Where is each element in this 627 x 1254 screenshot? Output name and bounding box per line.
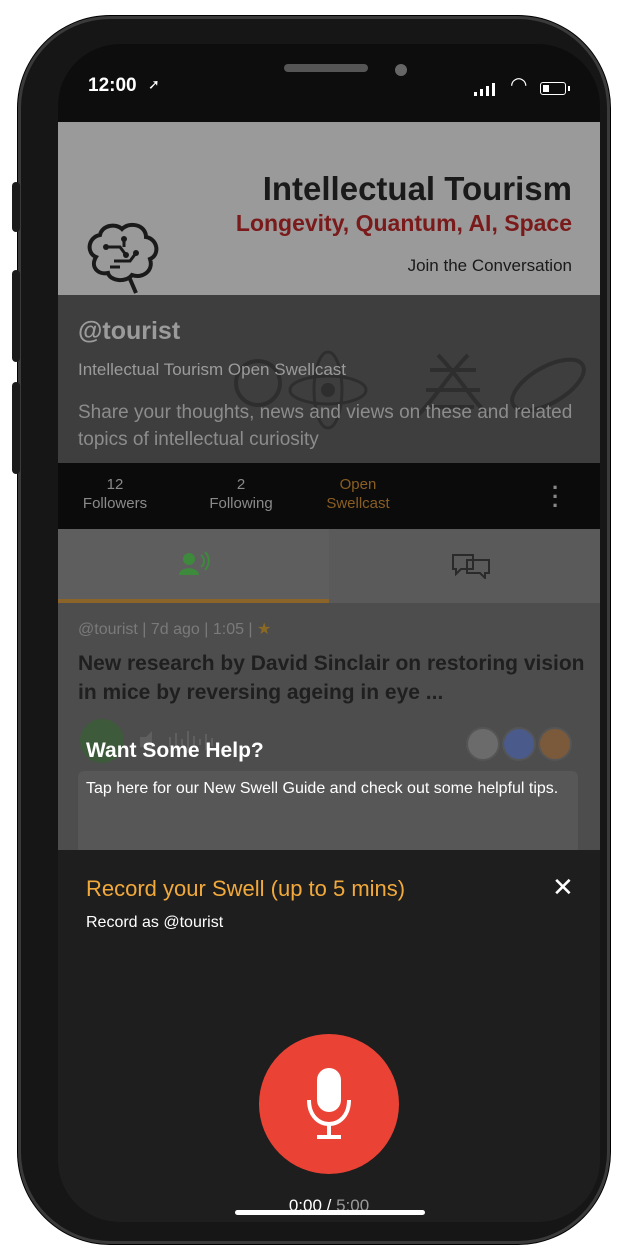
profile-section: @tourist Intellectual Tourism Open Swell… [58, 295, 600, 463]
record-title: Record your Swell (up to 5 mins) [86, 876, 406, 901]
swellcast-type-badge: Open Swellcast [314, 475, 402, 513]
profile-name: Intellectual Tourism Open Swellcast [78, 360, 347, 379]
participant-avatar [466, 727, 500, 761]
close-icon[interactable]: ✕ [552, 872, 574, 903]
followers-stat[interactable]: 12 Followers [80, 475, 150, 513]
following-count: 2 [236, 476, 246, 493]
status-bar: 12:00 ➚ ◠ [58, 44, 600, 122]
profile-handle: @tourist [78, 317, 181, 345]
front-camera [395, 64, 407, 76]
help-title: Want Some Help? [86, 739, 264, 762]
mute-switch [12, 182, 20, 232]
profile-description: Share your thoughts, news and views on t… [78, 402, 573, 450]
microphone-icon [307, 1068, 351, 1139]
earpiece-speaker [284, 64, 368, 72]
followers-label: Followers [82, 495, 148, 512]
banner-cta: Join the Conversation [407, 256, 572, 275]
content-tabs [58, 529, 600, 603]
following-label: Following [209, 495, 273, 512]
swellcast-type-line2: Swellcast [326, 495, 390, 512]
volume-up-button [12, 270, 20, 362]
brain-circuit-icon [87, 222, 159, 294]
chat-bubbles-icon[interactable] [451, 553, 491, 579]
participant-avatar [502, 727, 536, 761]
home-indicator[interactable] [235, 1210, 425, 1215]
location-arrow-icon: ➚ [148, 76, 160, 92]
swell-feed: @tourist | 7d ago | 1:05 | ★ New researc… [58, 603, 600, 851]
star-icon: ★ [257, 621, 272, 638]
following-stat[interactable]: 2 Following [200, 475, 282, 513]
wifi-icon: ◠ [510, 74, 528, 96]
stats-bar: 12 Followers 2 Following Open Swellcast … [58, 463, 600, 529]
record-button[interactable] [259, 1034, 399, 1174]
clock: 12:00 [88, 75, 137, 96]
banner-title: Intellectual Tourism [262, 170, 572, 207]
volume-down-button [12, 382, 20, 474]
speaker-person-icon [179, 551, 210, 575]
swellcast-type-line1: Open [339, 476, 377, 493]
banner-subtitle: Longevity, Quantum, AI, Space [235, 210, 572, 236]
screen: 12:00 ➚ ◠ Intellectual Tourism Longevity… [58, 44, 600, 1222]
record-panel: Record your Swell (up to 5 mins) Record … [58, 850, 600, 1222]
swell-title[interactable]: New research by David Sinclair on restor… [78, 649, 588, 707]
swell-meta-text: @tourist | 7d ago | 1:05 | [78, 621, 253, 638]
battery-icon [540, 82, 570, 95]
more-options-icon[interactable]: · · · [552, 477, 559, 517]
swell-meta: @tourist | 7d ago | 1:05 | ★ [78, 619, 271, 639]
profile-banner: Intellectual Tourism Longevity, Quantum,… [58, 122, 600, 344]
followers-count: 12 [106, 476, 124, 493]
record-as: Record as @tourist [86, 914, 224, 931]
help-text: Tap here for our New Swell Guide and che… [86, 780, 559, 797]
cellular-signal-icon [474, 83, 495, 96]
participant-avatar [538, 727, 572, 761]
